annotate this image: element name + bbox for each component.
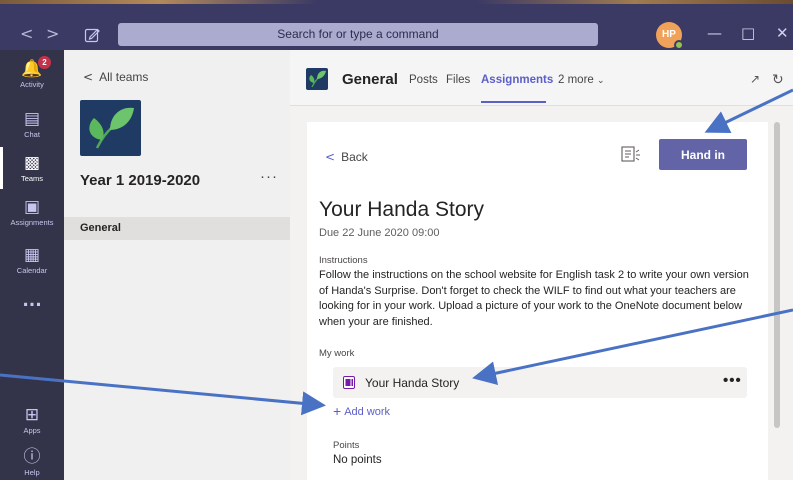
channel-header: General Posts Files Assignments 2 more ⌄… <box>290 50 793 106</box>
work-item-name: Your Handa Story <box>365 376 460 390</box>
all-teams-link[interactable]: < All teams <box>83 70 148 84</box>
avatar[interactable]: HP <box>656 22 684 50</box>
team-name: Year 1 2019-2020 <box>80 172 201 189</box>
channel-item-general[interactable]: General <box>64 217 290 240</box>
my-work-label: My work <box>319 348 355 359</box>
scrollbar[interactable] <box>774 122 780 428</box>
more-icon: ... <box>22 291 42 311</box>
forward-arrow-icon[interactable]: > <box>46 24 59 43</box>
all-teams-label: All teams <box>99 70 149 84</box>
points-label: Points <box>333 440 360 451</box>
team-logo <box>80 100 141 156</box>
leaf-icon <box>89 107 134 149</box>
app-rail: 🔔 2 Activity ▤ Chat ▩ Teams ▣ Assignment… <box>0 50 64 480</box>
rail-item-activity[interactable]: 🔔 2 Activity <box>0 56 64 89</box>
add-work-button[interactable]: + Add work <box>333 403 390 419</box>
leaf-icon <box>309 70 326 88</box>
assignment-due-date: Due 22 June 2020 09:00 <box>319 227 440 239</box>
rail-item-help[interactable]: ⓘ Help <box>0 448 64 477</box>
background-photo-strip <box>0 0 793 4</box>
immersive-reader-icon[interactable] <box>621 146 641 164</box>
channel-logo <box>306 68 328 90</box>
chevron-left-icon: < <box>83 70 94 84</box>
search-input[interactable]: Search for or type a command <box>118 23 598 46</box>
rail-item-calendar[interactable]: ▦ Calendar <box>0 246 64 275</box>
rail-label-teams: Teams <box>20 174 44 183</box>
calendar-icon: ▦ <box>23 245 41 265</box>
rail-item-teams[interactable]: ▩ Teams <box>0 154 64 183</box>
compose-icon[interactable] <box>84 27 100 43</box>
expand-icon[interactable]: ↗ <box>750 72 760 86</box>
tab-more[interactable]: 2 more ⌄ <box>558 74 605 86</box>
presence-available-icon <box>674 40 684 50</box>
teams-icon: ▩ <box>23 153 41 173</box>
maximize-button[interactable]: □ <box>741 24 755 42</box>
tab-more-label: 2 more <box>558 74 594 86</box>
bell-icon: 🔔 <box>21 59 43 79</box>
rail-label-apps: Apps <box>23 426 41 435</box>
title-bar: < > Search for or type a command HP — □ … <box>0 0 793 50</box>
rail-label-assignments: Assignments <box>10 218 54 227</box>
rail-label-help: Help <box>24 468 40 477</box>
onenote-icon <box>343 376 355 389</box>
tab-posts[interactable]: Posts <box>409 74 438 86</box>
team-panel: < All teams Year 1 2019-2020 ··· General <box>64 50 290 480</box>
assignment-title: Your Handa Story <box>319 198 484 221</box>
close-button[interactable]: ✕ <box>776 24 789 42</box>
minimize-button[interactable]: — <box>707 24 722 42</box>
team-more-options-button[interactable]: ··· <box>260 168 278 185</box>
active-tab-indicator <box>481 101 546 103</box>
rail-label-chat: Chat <box>24 130 40 139</box>
instructions-label: Instructions <box>319 255 368 266</box>
work-item[interactable]: Your Handa Story ••• <box>333 367 747 398</box>
back-arrow-icon[interactable]: < <box>20 24 33 43</box>
tab-files[interactable]: Files <box>446 74 470 86</box>
activity-badge: 2 <box>38 56 51 69</box>
hand-in-button[interactable]: Hand in <box>659 139 747 170</box>
chevron-left-icon: < <box>325 150 336 164</box>
work-item-more-button[interactable]: ••• <box>723 372 742 389</box>
rail-item-chat[interactable]: ▤ Chat <box>0 110 64 139</box>
back-button[interactable]: < Back <box>325 150 368 164</box>
rail-item-assignments[interactable]: ▣ Assignments <box>0 198 64 227</box>
add-work-label: Add work <box>344 406 391 418</box>
points-value: No points <box>333 454 382 466</box>
back-label: Back <box>341 150 368 164</box>
plus-icon: + <box>333 403 342 419</box>
rail-item-apps[interactable]: ⊞ Apps <box>0 406 64 435</box>
rail-item-more[interactable]: ... <box>0 292 64 310</box>
rail-label-calendar: Calendar <box>16 266 48 275</box>
help-icon: ⓘ <box>23 447 41 467</box>
avatar-initials: HP <box>662 29 676 40</box>
rail-label-activity: Activity <box>20 80 44 89</box>
channel-name: General <box>342 71 398 88</box>
assignments-icon: ▣ <box>23 197 41 217</box>
refresh-icon[interactable]: ↻ <box>772 72 784 88</box>
tab-assignments[interactable]: Assignments <box>481 74 553 86</box>
chevron-down-icon: ⌄ <box>597 76 605 86</box>
assignment-card: < Back Hand in Your Handa Story Due 22 Ju… <box>307 122 768 480</box>
instructions-text: Follow the instructions on the school we… <box>319 269 749 328</box>
chat-icon: ▤ <box>23 109 41 129</box>
apps-icon: ⊞ <box>24 405 40 425</box>
